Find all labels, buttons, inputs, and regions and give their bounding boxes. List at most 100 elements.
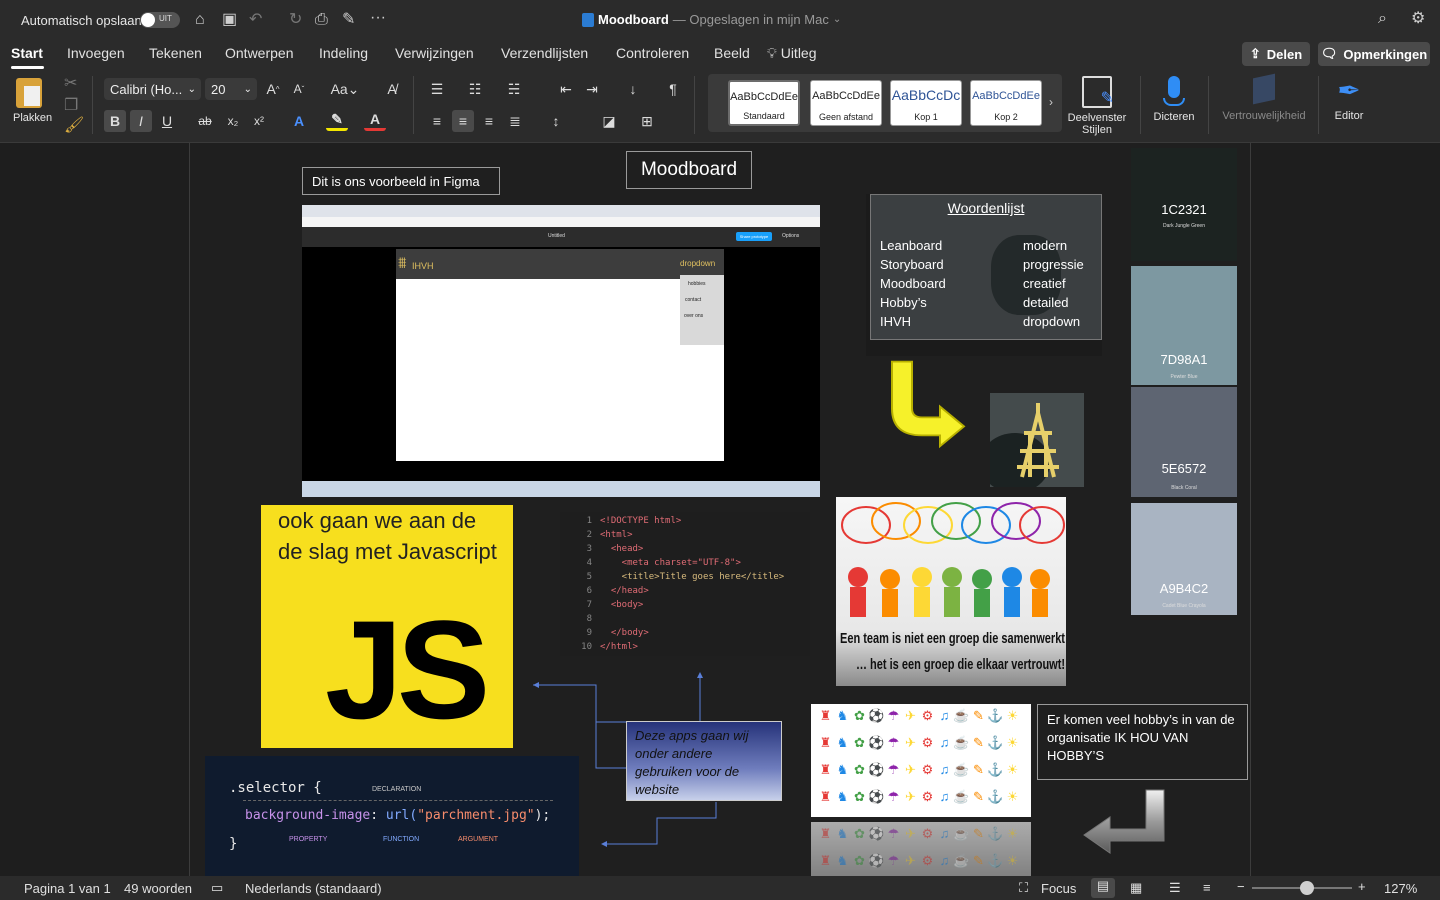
comments-button[interactable]: 🗨︎ Opmerkingen <box>1318 42 1430 66</box>
moodboard-title[interactable]: Moodboard <box>626 151 752 189</box>
word-list-box[interactable]: Woordenlijst Leanboard Storyboard Moodbo… <box>870 194 1102 340</box>
more-icon[interactable]: ··· <box>370 10 386 26</box>
hobby-note[interactable]: Er komen veel hobby’s in van de organisa… <box>1037 704 1248 780</box>
print-icon[interactable]: ⎙ <box>315 12 328 28</box>
hobby-icons-image[interactable]: ♜ ♞ ✿ ⚽ ☂ ✈ ⚙ ♫ ☕ ✎ ⚓ ☀ ♜ ♞ ✿ ⚽ ☂ ✈ ⚙ ♫ ☕ ✎ ⚓ ☀ ♜ ♞ ✿ ⚽ ☂ ✈ ⚙ ♫ ☕ ✎ ⚓ ☀ ♜ ♞ ✿ ⚽… <box>811 704 1031 817</box>
font-color-icon[interactable]: A <box>364 110 386 131</box>
html-code-snippet[interactable]: 1 <!DOCTYPE html> 2 <html> 3 <head> 4 <meta c… <box>560 512 810 656</box>
highlight-icon[interactable]: ✎ <box>326 110 348 131</box>
numbering-icon[interactable]: ☷ <box>464 78 486 100</box>
decrease-indent-icon[interactable]: ⇤ <box>555 78 577 100</box>
zoom-level[interactable]: 127% <box>1384 881 1417 896</box>
style-geen-afstand[interactable]: AaBbCcDdEe Geen afstand <box>810 80 882 126</box>
tab-tekenen[interactable]: Tekenen <box>149 45 202 61</box>
format-painter-icon[interactable]: 🖌︎ <box>64 118 84 134</box>
swatch-cadet-blue[interactable]: A9B4C2 Cadet Blue Crayola <box>1131 503 1237 615</box>
tab-verzendlijsten[interactable]: Verzendlijsten <box>501 45 588 61</box>
style-kop-1[interactable]: AaBbCcDc Kop 1 <box>890 80 962 126</box>
tab-ontwerpen[interactable]: Ontwerpen <box>225 45 293 61</box>
shrink-font-icon[interactable]: Aˇ <box>288 78 310 100</box>
clear-formatting-icon[interactable]: A̸ <box>381 78 403 100</box>
paste-button[interactable]: Plakken <box>10 76 56 132</box>
pilcrow-icon[interactable]: ¶ <box>662 78 684 100</box>
swatch-pewter-blue[interactable]: 7D98A1 Pewter Blue <box>1131 266 1237 385</box>
home-icon[interactable]: ⌂ <box>195 12 205 28</box>
swatch-black-coral[interactable]: 5E6572 Black Coral <box>1131 387 1237 497</box>
grow-font-icon[interactable]: A ^ <box>262 78 284 100</box>
increase-indent-icon[interactable]: ⇥ <box>581 78 603 100</box>
copy-icon[interactable]: ❐ <box>64 98 78 114</box>
proofing-icon[interactable]: ▭ <box>211 880 223 896</box>
team-image[interactable]: Een team is niet een groep die samenwerk… <box>836 497 1066 686</box>
tab-invoegen[interactable]: Invoegen <box>67 45 125 61</box>
swatch-dark-jungle-green[interactable]: 1C2321 Dark Jungle Green <box>1131 148 1237 261</box>
edit-doc-icon[interactable]: ✎ <box>342 12 355 28</box>
tab-start[interactable]: Start <box>11 45 43 61</box>
superscript-button[interactable]: x² <box>248 110 270 132</box>
document-title[interactable]: Moodboard — Opgeslagen in mijn Mac ⌄ <box>582 12 841 27</box>
text-effects-icon[interactable]: A <box>288 110 310 132</box>
return-arrow[interactable] <box>1080 787 1170 857</box>
zoom-slider-knob[interactable] <box>1300 881 1314 895</box>
borders-icon[interactable]: ⊞ <box>636 110 658 132</box>
account-icon[interactable]: ⚙ <box>1411 11 1425 27</box>
redo-icon[interactable]: ↻ <box>289 12 302 28</box>
share-button[interactable]: ⇪ Delen <box>1242 42 1310 66</box>
multilevel-list-icon[interactable]: ☵ <box>503 78 525 100</box>
figma-screenshot[interactable]: Untitled Share prototype Options ⩩ IHVH … <box>302 205 820 497</box>
cut-icon[interactable]: ✂ <box>64 76 77 92</box>
word-count[interactable]: 49 woorden <box>124 881 192 896</box>
outline-view-icon[interactable]: ☰ <box>1169 880 1181 896</box>
yellow-arrow[interactable] <box>882 358 968 454</box>
web-layout-icon[interactable]: ▦ <box>1130 880 1142 896</box>
tab-uitleg[interactable]: 💡︎ Uitleg <box>767 45 817 62</box>
draft-view-icon[interactable]: ≡ <box>1203 880 1211 895</box>
strikethrough-button[interactable]: ab <box>194 110 216 132</box>
zoom-out-icon[interactable]: − <box>1237 879 1245 894</box>
font-size-select[interactable]: 20 ⌄ <box>205 78 257 100</box>
sort-icon[interactable]: ↓ <box>622 78 644 100</box>
ihvh-logo-image[interactable] <box>990 393 1084 487</box>
autosave-toggle[interactable]: UIT <box>140 12 180 28</box>
subscript-button[interactable]: x₂ <box>222 110 244 132</box>
chevron-right-icon[interactable]: › <box>1049 94 1053 110</box>
page-count[interactable]: Pagina 1 van 1 <box>24 881 111 896</box>
figma-caption[interactable]: Dit is ons voorbeeld in Figma <box>302 167 500 195</box>
focus-icon[interactable]: ⛶ <box>1019 880 1028 896</box>
editor-button[interactable]: ✒ Editor <box>1324 76 1374 126</box>
underline-button[interactable]: U <box>156 110 178 132</box>
italic-button[interactable]: I <box>130 110 152 132</box>
align-left-icon[interactable]: ≡ <box>426 110 448 132</box>
change-case-icon[interactable]: Aa⌄ <box>330 78 360 100</box>
styles-pane-button[interactable]: ✎ Deelvenster Stijlen <box>1064 76 1130 136</box>
javascript-box[interactable]: ook gaan we aan de de slag met Javascrip… <box>261 505 513 748</box>
focus-mode[interactable]: Focus <box>1041 881 1076 896</box>
zoom-slider[interactable] <box>1252 881 1352 895</box>
sensitivity-icon <box>1253 73 1275 105</box>
apps-note[interactable]: Deze apps gaan wij onder andere gebruike… <box>626 721 782 801</box>
shading-icon[interactable]: ◪ <box>598 110 620 132</box>
tab-controleren[interactable]: Controleren <box>616 45 689 61</box>
print-layout-icon[interactable]: ▤ <box>1091 878 1115 898</box>
font-name-select[interactable]: Calibri (Ho... ⌄ <box>104 78 201 100</box>
style-kop-2[interactable]: AaBbCcDdEe Kop 2 <box>970 80 1042 126</box>
zoom-in-icon[interactable]: + <box>1358 879 1366 894</box>
hobby-icon: ⚙ <box>921 853 934 868</box>
sensitivity-button[interactable]: Vertrouwelijkheid <box>1214 73 1314 126</box>
undo-icon[interactable]: ↶ <box>249 12 262 28</box>
style-standaard[interactable]: AaBbCcDdEe Standaard <box>728 80 800 126</box>
justify-icon[interactable]: ≣ <box>504 110 526 132</box>
line-spacing-icon[interactable]: ↕ <box>545 110 567 132</box>
align-right-icon[interactable]: ≡ <box>478 110 500 132</box>
search-icon[interactable]: ⌕ <box>1378 11 1387 27</box>
bullets-icon[interactable]: ☰ <box>426 78 448 100</box>
language[interactable]: Nederlands (standaard) <box>245 881 382 896</box>
bold-button[interactable]: B <box>104 110 126 132</box>
dictate-button[interactable]: Dicteren <box>1148 76 1200 126</box>
css-snippet-image[interactable]: .selector { DECLARATION background-image… <box>205 756 579 876</box>
align-center-icon[interactable]: ≡ <box>452 110 474 132</box>
tab-indeling[interactable]: Indeling <box>319 45 368 61</box>
tab-beeld[interactable]: Beeld <box>714 45 750 61</box>
tab-verwijzingen[interactable]: Verwijzingen <box>395 45 474 61</box>
save-icon[interactable]: ▣ <box>222 12 237 28</box>
